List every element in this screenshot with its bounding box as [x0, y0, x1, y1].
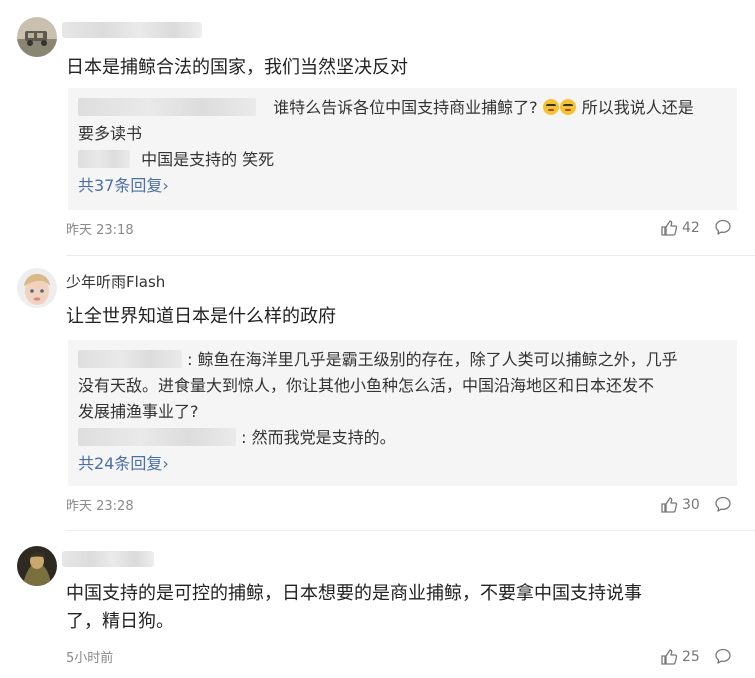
- chevron-right-icon: ›: [162, 176, 169, 195]
- reply-text: 所以我说人还是: [581, 98, 694, 117]
- reply-item: : 鲸鱼在海洋里几乎是霸王级别的存在，除了人类可以捕鲸之外，几乎: [78, 348, 678, 372]
- comment-timestamp: 昨天 23:28: [66, 499, 134, 514]
- reply-box: 谁特么告诉各位中国支持商业捕鲸了? 所以我说人还是 要多读书 中国是支持的 笑死…: [68, 88, 737, 210]
- comment-text: 中国支持的是可控的捕鲸，日本想要的是商业捕鲸，不要拿中国支持说事 了，精日狗。: [66, 580, 726, 636]
- reply-item-continued: 要多读书: [78, 122, 142, 146]
- like-count: 30: [682, 497, 700, 513]
- like-button[interactable]: 42: [658, 218, 706, 238]
- view-all-replies-link[interactable]: 共24条回复›: [78, 452, 169, 476]
- comment-item: 少年听雨Flash 让全世界知道日本是什么样的政府 : 鲸鱼在海洋里几乎是霸王级…: [0, 262, 755, 524]
- sleepy-face-emoji: [559, 99, 576, 115]
- reply-item-continued: 发展捕渔事业了?: [78, 400, 199, 424]
- comment-bubble-icon: [715, 219, 731, 235]
- reply-button[interactable]: [714, 647, 734, 667]
- comment-item: 中国支持的是可控的捕鲸，日本想要的是商业捕鲸，不要拿中国支持说事 了，精日狗。 …: [0, 538, 755, 678]
- comment-text-line: 中国支持的是可控的捕鲸，日本想要的是商业捕鲸，不要拿中国支持说事: [66, 583, 642, 604]
- reply-button[interactable]: [714, 495, 734, 515]
- avatar-image: [17, 268, 57, 308]
- username[interactable]: 少年听雨Flash: [66, 272, 165, 292]
- view-all-replies-link[interactable]: 共37条回复›: [78, 174, 169, 198]
- thumbs-up-icon: [661, 649, 678, 665]
- comment-text: 日本是捕鲸合法的国家，我们当然坚决反对: [66, 54, 726, 82]
- like-count: 25: [682, 649, 700, 665]
- chevron-right-icon: ›: [162, 454, 169, 473]
- comment-bubble-icon: [715, 648, 731, 664]
- reply-text: 没有天敌。进食量大到惊人，你让其他小鱼种怎么活，中国沿海地区和日本还发不: [78, 376, 655, 395]
- reply-item-continued: 没有天敌。进食量大到惊人，你让其他小鱼种怎么活，中国沿海地区和日本还发不: [78, 374, 654, 398]
- reply-text: 要多读书: [78, 124, 143, 143]
- avatar[interactable]: [17, 17, 57, 57]
- reply-username-blurred[interactable]: [78, 98, 256, 116]
- username-blurred[interactable]: [62, 551, 154, 567]
- sleepy-face-emoji: [542, 99, 559, 115]
- reply-username-blurred[interactable]: [78, 428, 236, 446]
- reply-text: : 然而我党是支持的。: [241, 428, 396, 447]
- avatar[interactable]: [17, 546, 57, 586]
- username-blurred[interactable]: [62, 22, 202, 38]
- avatar[interactable]: [17, 268, 57, 308]
- like-button[interactable]: 25: [658, 647, 706, 667]
- reply-box: : 鲸鱼在海洋里几乎是霸王级别的存在，除了人类可以捕鲸之外，几乎 没有天敌。进食…: [68, 340, 737, 486]
- comment-text-line: 日本是捕鲸合法的国家，我们当然坚决反对: [66, 57, 408, 78]
- reply-item: : 然而我党是支持的。: [78, 426, 396, 450]
- reply-item: 谁特么告诉各位中国支持商业捕鲸了? 所以我说人还是: [78, 96, 694, 120]
- reply-button[interactable]: [714, 218, 734, 238]
- comment-text: 让全世界知道日本是什么样的政府: [66, 303, 726, 331]
- comment-text-line: 了，精日狗。: [66, 611, 174, 632]
- avatar-image: [17, 17, 57, 57]
- thumbs-up-icon: [661, 220, 678, 236]
- comment-divider: [66, 255, 755, 256]
- comment-timestamp: 5小时前: [66, 651, 114, 666]
- comment-bubble-icon: [715, 496, 731, 512]
- comment-text-line: 让全世界知道日本是什么样的政府: [66, 306, 336, 327]
- reply-item: 中国是支持的 笑死: [78, 148, 274, 172]
- view-all-replies-label: 共37条回复: [78, 176, 163, 195]
- like-button[interactable]: 30: [658, 495, 706, 515]
- reply-text: 谁特么告诉各位中国支持商业捕鲸了?: [273, 98, 538, 117]
- comment-item: 日本是捕鲸合法的国家，我们当然坚决反对 谁特么告诉各位中国支持商业捕鲸了? 所以…: [0, 0, 755, 250]
- reply-text: : 鲸鱼在海洋里几乎是霸王级别的存在，除了人类可以捕鲸之外，几乎: [187, 350, 678, 369]
- reply-username-blurred[interactable]: [78, 150, 130, 168]
- reply-text: 中国是支持的 笑死: [141, 150, 275, 169]
- reply-username-blurred[interactable]: [78, 350, 182, 368]
- comment-divider: [66, 530, 755, 531]
- avatar-image: [17, 546, 57, 586]
- thumbs-up-icon: [661, 497, 678, 513]
- reply-text: 发展捕渔事业了?: [78, 402, 199, 421]
- view-all-replies-label: 共24条回复: [78, 454, 163, 473]
- comment-timestamp: 昨天 23:18: [66, 223, 134, 238]
- like-count: 42: [682, 220, 700, 236]
